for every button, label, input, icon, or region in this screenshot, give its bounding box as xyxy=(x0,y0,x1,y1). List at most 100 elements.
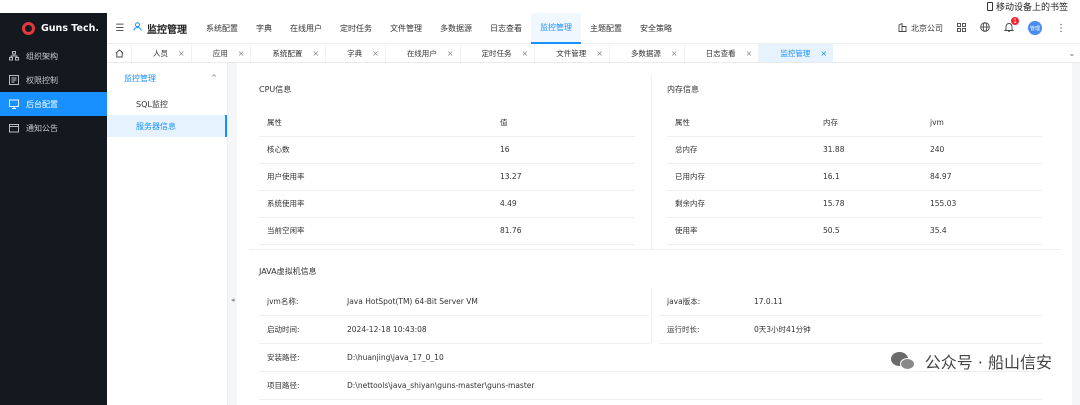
jvm-name-label: jvm名称: xyxy=(267,297,299,306)
tab-application[interactable]: 应用 × xyxy=(190,44,251,62)
table-cell: 15.78 xyxy=(815,190,922,218)
column-header: 属性 xyxy=(667,109,815,137)
tab-multi-datasource[interactable]: 多数据源 × xyxy=(608,44,684,62)
close-icon[interactable]: × xyxy=(746,49,753,58)
menu-item-log-view[interactable]: 日志查看 xyxy=(481,13,531,44)
menu-item-online-users[interactable]: 在线用户 xyxy=(281,13,331,44)
close-icon[interactable]: × xyxy=(372,49,379,58)
table-cell: 系统使用率 xyxy=(259,190,492,218)
close-icon[interactable]: × xyxy=(596,49,603,58)
table-cell: 13.27 xyxy=(492,163,635,191)
close-icon[interactable]: × xyxy=(312,49,319,58)
menu-item-file-management[interactable]: 文件管理 xyxy=(381,13,431,44)
close-icon[interactable]: × xyxy=(522,49,529,58)
menu-fold-icon[interactable]: ☰ xyxy=(107,23,133,34)
column-header: 属性 xyxy=(259,109,492,137)
table-cell: 16.1 xyxy=(815,163,922,191)
notification-bell[interactable]: 1 xyxy=(1003,17,1019,34)
table-cell: 剩余内存 xyxy=(667,190,815,218)
wechat-icon xyxy=(890,350,917,372)
table-cell: 总内存 xyxy=(667,136,815,164)
table-row: 核心数 16 xyxy=(259,136,635,164)
menu-item-multi-datasource[interactable]: 多数据源 xyxy=(431,13,481,44)
submenu-item-server-info[interactable]: 服务器信息 xyxy=(107,115,227,137)
close-icon[interactable]: × xyxy=(238,49,245,58)
sidebar-item-notice[interactable]: 通知公告 xyxy=(0,116,107,140)
sidebar-item-label: 通知公告 xyxy=(26,123,58,133)
building-icon xyxy=(898,22,907,34)
table-cell: 用户使用率 xyxy=(259,163,492,191)
table-row: 用户使用率 13.27 xyxy=(259,163,635,191)
brand-logo[interactable]: Guns Tech. xyxy=(0,13,107,44)
sidebar-item-label: 后台配置 xyxy=(26,99,58,109)
menu-item-security-policy[interactable]: 安全策略 xyxy=(631,13,681,44)
top-navigation: ☰ 监控管理 系统配置 字典 在线用户 定时任务 文件管理 多数据源 日志查看 … xyxy=(107,12,1080,44)
top-menu: 系统配置 字典 在线用户 定时任务 文件管理 多数据源 日志查看 监控管理 主题… xyxy=(197,12,681,44)
menu-item-scheduled-tasks[interactable]: 定时任务 xyxy=(331,13,381,44)
tab-dictionary[interactable]: 字典 × xyxy=(325,44,385,62)
company-switcher[interactable]: 北京公司 xyxy=(898,22,943,34)
table-header-row: 属性 内存 jvm xyxy=(667,109,1042,137)
table-cell: 35.4 xyxy=(922,217,1042,245)
close-icon[interactable]: × xyxy=(178,49,185,58)
menu-item-system-config[interactable]: 系统配置 xyxy=(197,13,247,44)
bookmark-bar: 移动设备上的书签 xyxy=(0,0,1080,13)
close-icon[interactable]: × xyxy=(820,49,827,58)
jvm-section-title: JAVA虚拟机信息 xyxy=(259,267,317,276)
section-divider xyxy=(249,249,1060,250)
more-vertical-icon[interactable]: ⋮ xyxy=(1056,23,1066,34)
project-path-label: 项目路径: xyxy=(267,381,300,390)
table-cell: 81.76 xyxy=(492,217,635,245)
java-version-value: 17.0.11 xyxy=(754,297,783,306)
submenu-item-sql-monitor[interactable]: SQL监控 xyxy=(107,93,227,115)
table-header-row: 属性 值 xyxy=(259,109,635,137)
permission-icon xyxy=(9,75,19,85)
table-row: 剩余内存 15.78 155.03 xyxy=(667,190,1042,218)
tab-system-config[interactable]: 系统配置 × xyxy=(250,44,325,62)
jvm-name-value: Java HotSpot(TM) 64-Bit Server VM xyxy=(347,297,478,306)
tab-scheduled-tasks[interactable]: 定时任务 × xyxy=(459,44,535,62)
table-cell: 核心数 xyxy=(259,136,492,164)
tab-label: 人员 xyxy=(153,48,168,58)
column-header: jvm xyxy=(922,109,1042,137)
tab-label: 字典 xyxy=(347,48,363,58)
module-switcher[interactable]: 监控管理 xyxy=(133,21,187,36)
tab-personnel[interactable]: 人员 × xyxy=(131,44,191,62)
menu-item-theme-config[interactable]: 主题配置 xyxy=(581,13,631,44)
tab-online-users[interactable]: 在线用户 × xyxy=(384,44,460,62)
mobile-bookmarks-link[interactable]: 移动设备上的书签 xyxy=(986,0,1068,13)
submenu-group[interactable]: 监控管理 ^ xyxy=(107,63,227,93)
collapse-arrow-icon[interactable]: ◂ xyxy=(231,296,235,304)
menu-item-monitoring[interactable]: 监控管理 xyxy=(531,12,581,44)
jvm-name-row: jvm名称: Java HotSpot(TM) 64-Bit Server VM xyxy=(259,288,649,316)
table-row: 使用率 50.5 35.4 xyxy=(667,217,1042,245)
table-row: 系统使用率 4.49 xyxy=(259,190,635,218)
avatar[interactable]: 管理 xyxy=(1028,21,1042,35)
tab-log-view[interactable]: 日志查看 × xyxy=(683,44,759,62)
table-cell: 240 xyxy=(922,136,1042,164)
cpu-table: 属性 值 核心数 16 用户使用率 13.27 系统使用率 4.49 当前空闲率 81.… xyxy=(259,109,635,245)
chevron-down-icon[interactable]: ⌄ xyxy=(1064,44,1080,62)
java-version-label: java版本: xyxy=(667,297,701,306)
tab-file-management[interactable]: 文件管理 × xyxy=(534,44,609,62)
apps-grid-icon[interactable] xyxy=(957,22,966,34)
sidebar-item-org[interactable]: 组织架构 xyxy=(0,44,107,68)
menu-item-dictionary[interactable]: 字典 xyxy=(247,13,281,44)
home-icon[interactable] xyxy=(107,44,131,62)
project-path-value: D:\nettools\java_shiyan\guns-master\guns… xyxy=(347,381,535,390)
close-icon[interactable]: × xyxy=(671,49,678,58)
tab-label: 系统配置 xyxy=(272,48,303,58)
java-version-row: java版本: 17.0.11 xyxy=(659,288,1042,316)
tab-label: 在线用户 xyxy=(406,48,437,58)
uptime-row: 运行时长: 0天3小时41分钟 xyxy=(659,316,1042,344)
tab-label: 定时任务 xyxy=(481,48,512,58)
close-icon[interactable]: × xyxy=(447,49,454,58)
sidebar-item-permission[interactable]: 权限控制 xyxy=(0,68,107,92)
globe-icon[interactable] xyxy=(980,22,990,34)
table-row: 当前空闲率 81.76 xyxy=(259,217,635,245)
sidebar-item-config[interactable]: 后台配置 xyxy=(0,92,107,116)
start-time-value: 2024-12-18 10:43:08 xyxy=(347,325,427,334)
section-divider xyxy=(651,75,652,250)
tab-monitoring[interactable]: 监控管理 × xyxy=(758,44,834,62)
company-name: 北京公司 xyxy=(911,23,943,33)
